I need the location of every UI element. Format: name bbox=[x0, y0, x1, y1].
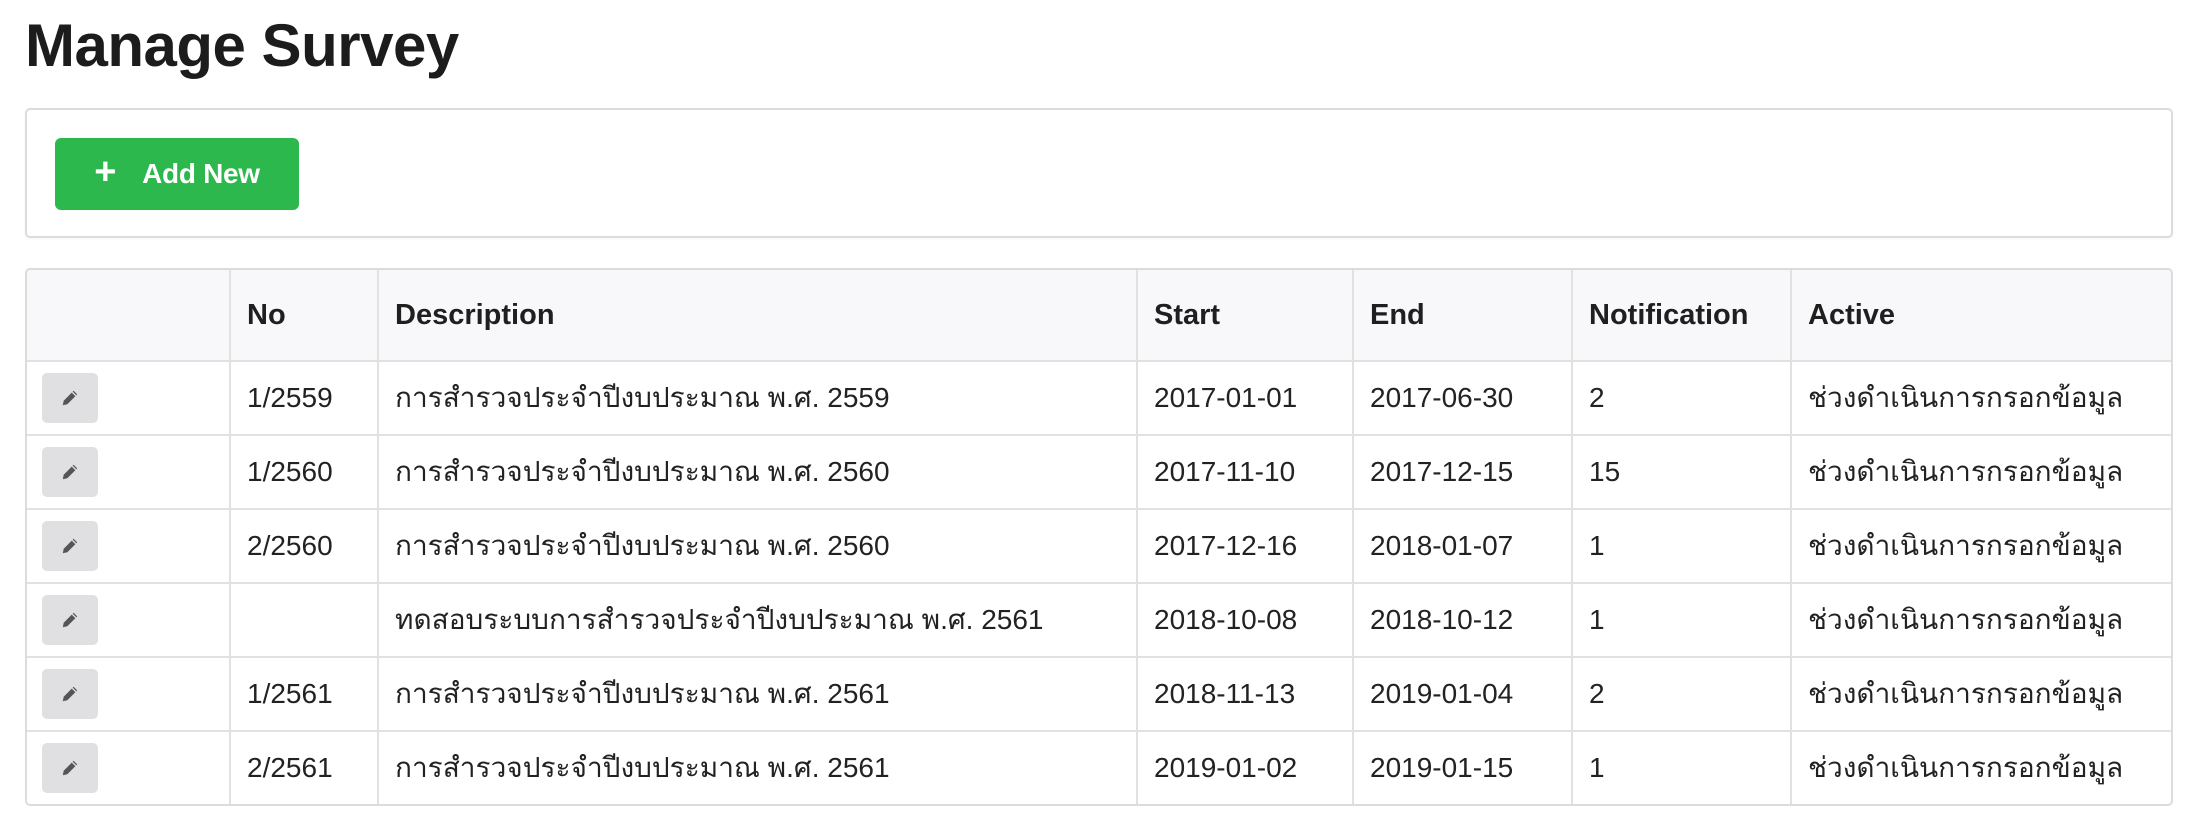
column-header-actions bbox=[27, 270, 231, 362]
cell-notification: 15 bbox=[1572, 435, 1792, 510]
cell-start: 2018-10-08 bbox=[1137, 583, 1354, 658]
table-row: 1/2560 การสำรวจประจำปีงบประมาณ พ.ศ. 2560 2… bbox=[27, 435, 2171, 510]
row-actions-cell bbox=[27, 435, 231, 510]
column-header-active[interactable]: Active bbox=[1791, 270, 2171, 362]
add-new-button[interactable]: + Add New bbox=[55, 138, 299, 210]
cell-active: ช่วงดำเนินการกรอกข้อมูล bbox=[1808, 752, 2124, 783]
plus-icon: + bbox=[94, 151, 117, 193]
pencil-icon bbox=[62, 686, 78, 702]
survey-table: No Description Start End Notification Ac… bbox=[25, 268, 2173, 806]
pencil-icon bbox=[62, 464, 78, 480]
pencil-icon bbox=[62, 612, 78, 628]
cell-no: 1/2560 bbox=[230, 435, 379, 510]
cell-start: 2018-11-13 bbox=[1137, 657, 1354, 732]
cell-end: 2017-06-30 bbox=[1353, 361, 1573, 436]
cell-notification: 1 bbox=[1572, 509, 1792, 584]
cell-active: ช่วงดำเนินการกรอกข้อมูล bbox=[1791, 361, 2171, 436]
table-row: 1/2559 การสำรวจประจำปีงบประมาณ พ.ศ. 2559 2… bbox=[27, 361, 2171, 436]
cell-notification: 2 bbox=[1572, 361, 1792, 436]
table-header-row: No Description Start End Notification Ac… bbox=[27, 270, 2171, 362]
table-row: 1/2561 การสำรวจประจำปีงบประมาณ พ.ศ. 2561 2… bbox=[27, 657, 2171, 732]
cell-no: 1/2561 bbox=[230, 657, 379, 732]
column-header-start[interactable]: Start bbox=[1137, 270, 1354, 362]
page-title: Manage Survey bbox=[25, 12, 459, 79]
column-header-notification[interactable]: Notification bbox=[1572, 270, 1792, 362]
cell-description: การสำรวจประจำปีงบประมาณ พ.ศ. 2561 bbox=[378, 731, 1138, 804]
pencil-icon bbox=[62, 538, 78, 554]
cell-description: การสำรวจประจำปีงบประมาณ พ.ศ. 2559 bbox=[378, 361, 1138, 436]
column-header-no[interactable]: No bbox=[230, 270, 379, 362]
table-row: 2/2560 การสำรวจประจำปีงบประมาณ พ.ศ. 2560 2… bbox=[27, 509, 2171, 584]
cell-description: ทดสอบระบบการสำรวจประจำปีงบประมาณ พ.ศ. 25… bbox=[378, 583, 1138, 658]
cell-no bbox=[230, 583, 379, 658]
table-row: 2/2561 การสำรวจประจำปีงบประมาณ พ.ศ. 2561 2… bbox=[27, 731, 2171, 804]
cell-notification: 2 bbox=[1572, 657, 1792, 732]
cell-no: 1/2559 bbox=[230, 361, 379, 436]
cell-active: ช่วงดำเนินการกรอกข้อมูล bbox=[1791, 435, 2171, 510]
add-new-label: Add New bbox=[142, 158, 260, 189]
edit-button[interactable] bbox=[42, 669, 98, 719]
cell-description: การสำรวจประจำปีงบประมาณ พ.ศ. 2561 bbox=[378, 657, 1138, 732]
cell-end: 2019-01-15 bbox=[1353, 731, 1573, 804]
cell-start: 2017-11-10 bbox=[1137, 435, 1354, 510]
row-actions-cell bbox=[27, 361, 231, 436]
edit-button[interactable] bbox=[42, 595, 98, 645]
toolbar-panel: + Add New bbox=[25, 108, 2173, 238]
cell-notification: 1 bbox=[1572, 731, 1792, 804]
cell-active: ช่วงดำเนินการกรอกข้อมูล bbox=[1791, 583, 2171, 658]
edit-button[interactable] bbox=[42, 743, 98, 793]
edit-button[interactable] bbox=[42, 521, 98, 571]
cell-no: 2/2560 bbox=[230, 509, 379, 584]
cell-start: 2019-01-02 bbox=[1137, 731, 1354, 804]
cell-active: ช่วงดำเนินการกรอกข้อมูล bbox=[1791, 657, 2171, 732]
cell-description: การสำรวจประจำปีงบประมาณ พ.ศ. 2560 bbox=[378, 435, 1138, 510]
cell-end: 2018-01-07 bbox=[1353, 509, 1573, 584]
row-actions-cell bbox=[27, 731, 231, 804]
row-actions-cell bbox=[27, 583, 231, 658]
cell-active: ช่วงดำเนินการกรอกข้อมูล bbox=[1791, 509, 2171, 584]
row-actions-cell bbox=[27, 657, 231, 732]
row-actions-cell bbox=[27, 509, 231, 584]
cell-start: 2017-01-01 bbox=[1137, 361, 1354, 436]
cell-end: 2017-12-15 bbox=[1353, 435, 1573, 510]
edit-button[interactable] bbox=[42, 373, 98, 423]
column-header-end[interactable]: End bbox=[1353, 270, 1573, 362]
cell-end: 2018-10-12 bbox=[1353, 583, 1573, 658]
cell-description: การสำรวจประจำปีงบประมาณ พ.ศ. 2560 bbox=[378, 509, 1138, 584]
edit-button[interactable] bbox=[42, 447, 98, 497]
cell-start: 2017-12-16 bbox=[1137, 509, 1354, 584]
pencil-icon bbox=[62, 760, 78, 776]
cell-end: 2019-01-04 bbox=[1353, 657, 1573, 732]
pencil-icon bbox=[62, 390, 78, 406]
cell-notification: 1 bbox=[1572, 583, 1792, 658]
table-row: ทดสอบระบบการสำรวจประจำปีงบประมาณ พ.ศ. 25… bbox=[27, 583, 2171, 658]
cell-no: 2/2561 bbox=[230, 731, 379, 804]
column-header-description[interactable]: Description bbox=[378, 270, 1138, 362]
